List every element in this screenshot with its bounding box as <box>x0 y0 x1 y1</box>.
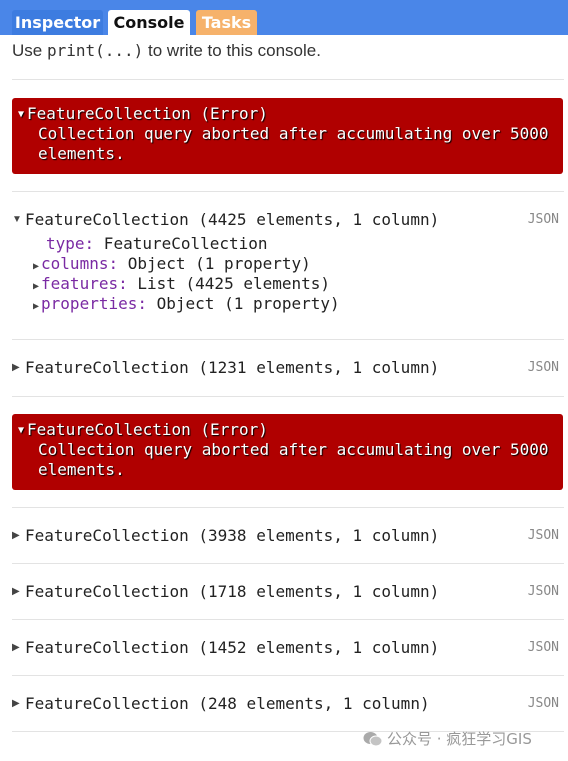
json-link[interactable]: JSON <box>528 528 559 543</box>
error-text: Collection query aborted after accumulat… <box>38 124 549 163</box>
property-value: FeatureCollection <box>94 234 268 253</box>
hint-code: print(...) <box>46 41 144 60</box>
property-key: type: <box>46 234 95 253</box>
json-link[interactable]: JSON <box>528 584 559 599</box>
console-entry: ▶ FeatureCollection (3938 elements, 1 co… <box>12 525 568 549</box>
property-key: properties: <box>41 294 147 313</box>
property-value: List (4425 elements) <box>127 274 331 293</box>
json-link[interactable]: JSON <box>528 640 559 655</box>
tab-console[interactable]: Console <box>108 10 190 35</box>
hint-text-after: to write to this console. <box>143 41 321 60</box>
property-value: Object (1 property) <box>118 254 311 273</box>
expand-triangle-icon[interactable]: ▶ <box>33 301 39 312</box>
divider <box>12 563 564 564</box>
entry-label[interactable]: FeatureCollection (1452 elements, 1 colu… <box>25 637 439 659</box>
console-entry: ▶ FeatureCollection (1718 elements, 1 co… <box>12 581 568 605</box>
divider <box>12 79 564 80</box>
json-link[interactable]: JSON <box>528 360 559 375</box>
property-properties[interactable]: ▶ properties: Object (1 property) <box>33 294 340 317</box>
divider <box>12 339 564 340</box>
console-entry: ▶ FeatureCollection (1452 elements, 1 co… <box>12 637 568 661</box>
entry-label[interactable]: FeatureCollection (4425 elements, 1 colu… <box>25 209 439 231</box>
expand-triangle-icon[interactable]: ▶ <box>12 581 20 603</box>
json-link[interactable]: JSON <box>528 212 559 227</box>
hint-text-before: Use <box>12 41 47 60</box>
error-header[interactable]: ▼ FeatureCollection (Error) <box>18 104 268 123</box>
divider <box>12 675 564 676</box>
tab-inspector[interactable]: Inspector <box>12 10 103 35</box>
entry-label[interactable]: FeatureCollection (1718 elements, 1 colu… <box>25 581 439 603</box>
json-link[interactable]: JSON <box>528 696 559 711</box>
divider <box>12 191 564 192</box>
collapse-triangle-icon[interactable]: ▼ <box>18 425 24 436</box>
error-message: ▼ FeatureCollection (Error) Collection qu… <box>12 414 563 490</box>
entry-label[interactable]: FeatureCollection (1231 elements, 1 colu… <box>25 357 439 379</box>
divider <box>12 396 564 397</box>
entry-label[interactable]: FeatureCollection (3938 elements, 1 colu… <box>25 525 439 547</box>
error-text: Collection query aborted after accumulat… <box>38 440 549 479</box>
watermark: 公众号 · 疯狂学习GIS <box>363 728 532 751</box>
console-entry: ▶ FeatureCollection (1231 elements, 1 co… <box>12 357 568 381</box>
tab-bar: Inspector Console Tasks <box>0 0 568 35</box>
expand-triangle-icon[interactable]: ▶ <box>12 637 20 659</box>
property-type: type: FeatureCollection <box>46 234 268 254</box>
property-key: features: <box>41 274 128 293</box>
error-message: ▼ FeatureCollection (Error) Collection qu… <box>12 98 563 174</box>
expand-triangle-icon[interactable]: ▶ <box>12 693 20 715</box>
error-title: FeatureCollection (Error) <box>27 420 268 439</box>
tab-tasks[interactable]: Tasks <box>196 10 257 35</box>
console-entry: ▶ FeatureCollection (248 elements, 1 col… <box>12 693 568 717</box>
expand-triangle-icon[interactable]: ▶ <box>12 525 20 547</box>
divider <box>12 619 564 620</box>
property-value: Object (1 property) <box>147 294 340 313</box>
expand-triangle-icon[interactable]: ▶ <box>33 281 39 292</box>
collapse-triangle-icon[interactable]: ▼ <box>12 209 22 231</box>
property-key: columns: <box>41 254 119 273</box>
wechat-icon <box>363 731 383 751</box>
divider <box>12 507 564 508</box>
console-hint: Use print(...) to write to this console. <box>12 41 321 61</box>
console-entry-expanded: ▼ FeatureCollection (4425 elements, 1 co… <box>12 209 568 233</box>
watermark-text: 公众号 · 疯狂学习GIS <box>387 730 532 748</box>
error-header[interactable]: ▼ FeatureCollection (Error) <box>18 420 268 439</box>
collapse-triangle-icon[interactable]: ▼ <box>18 109 24 120</box>
expand-triangle-icon[interactable]: ▶ <box>33 261 39 272</box>
expand-triangle-icon[interactable]: ▶ <box>12 357 20 379</box>
error-title: FeatureCollection (Error) <box>27 104 268 123</box>
entry-label[interactable]: FeatureCollection (248 elements, 1 colum… <box>25 693 430 715</box>
